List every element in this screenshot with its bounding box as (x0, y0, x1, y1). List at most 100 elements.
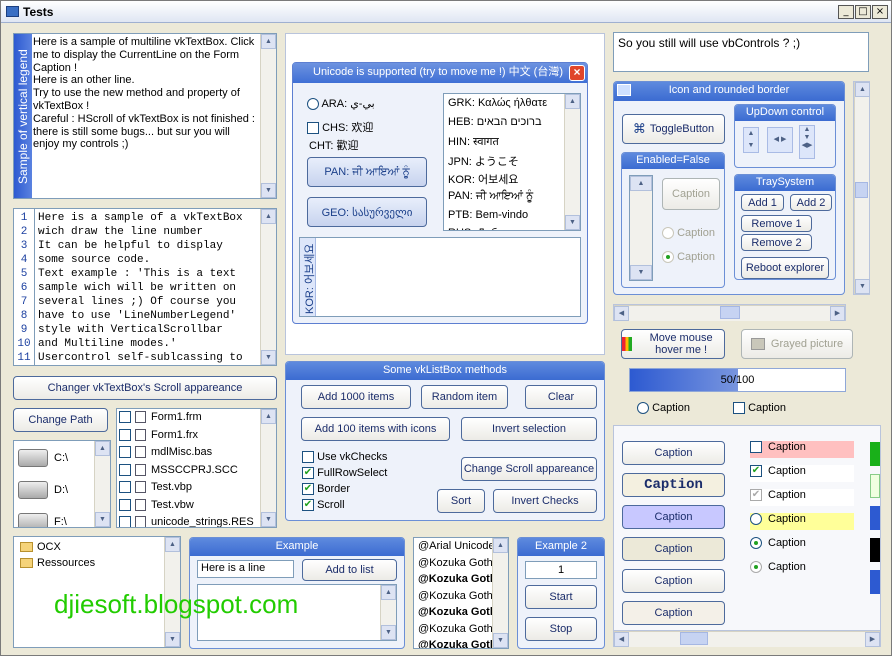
drive-item[interactable]: D:\ (18, 481, 68, 499)
invert-checks-button[interactable]: Invert Checks (493, 489, 597, 513)
scroll-left-icon[interactable]: ◀ (614, 306, 629, 321)
font-list[interactable]: @Arial Unicode @Kozuka Goth @Kozuka Goth @K… (413, 537, 509, 649)
scroll-down-icon[interactable]: ▼ (95, 512, 110, 527)
scroll-down-icon[interactable]: ▼ (855, 279, 870, 294)
add2-button[interactable]: Add 2 (790, 194, 832, 211)
scroll-thumb[interactable] (720, 306, 740, 319)
scroll-left-icon[interactable]: ◀ (614, 632, 629, 647)
change-scroll-button[interactable]: Change Scroll appareance (461, 457, 597, 481)
caption-button[interactable]: Caption (622, 505, 725, 529)
start-button[interactable]: Start (525, 585, 597, 609)
file-list[interactable]: Form1.frm Form1.frx mdlMisc.bas MSSCCPRJ.SC… (116, 408, 277, 528)
line-number-textbox[interactable]: 1 2 3 4 5 6 7 8 9 10 11 Here is a sample of a vkTe… (13, 208, 277, 366)
remove1-button[interactable]: Remove 1 (741, 215, 812, 232)
add-100-icons-button[interactable]: Add 100 items with icons (301, 417, 450, 441)
scroll-up-icon[interactable]: ▲ (261, 209, 276, 224)
chs-check[interactable]: CHS: 欢迎 (307, 119, 373, 135)
font-item[interactable]: @Kozuka Goth (418, 557, 493, 569)
random-item-button[interactable]: Random item (421, 385, 508, 409)
scroll-up-icon[interactable]: ▲ (565, 94, 580, 109)
use-vkchecks-check[interactable]: Use vkChecks (302, 451, 387, 464)
scroll-up-icon[interactable]: ▲ (855, 82, 870, 97)
scroll-down-icon[interactable]: ▼ (261, 512, 276, 527)
font-item[interactable]: @Kozuka Goth (418, 606, 497, 618)
legend-scrollbar[interactable]: ▲ ▼ (260, 34, 276, 198)
close-icon[interactable]: × (569, 65, 585, 81)
scroll-right-icon[interactable]: ▶ (830, 306, 845, 321)
scroll-down-icon[interactable]: ▼ (261, 350, 276, 365)
font-item[interactable]: @Arial Unicode (418, 540, 495, 552)
scroll-up-icon[interactable]: ▲ (95, 441, 110, 456)
stop-button[interactable]: Stop (525, 617, 597, 641)
mouse-hover-button[interactable]: Move mouse hover me ! (621, 329, 725, 359)
disabled-radio-2[interactable]: Caption (662, 251, 715, 264)
caption-button[interactable]: Caption (622, 473, 725, 497)
scroll-up-icon[interactable]: ▲ (381, 585, 396, 600)
folder-item[interactable]: Ressources (20, 557, 95, 569)
font-scrollbar[interactable]: ▲ ▼ (492, 538, 508, 648)
scroll-down-icon[interactable]: ▼ (165, 632, 180, 647)
change-path-button[interactable]: Change Path (13, 408, 108, 432)
drive-list[interactable]: C:\ D:\ F:\ ▲ ▼ (13, 440, 111, 528)
caption-checkbox[interactable]: ✔ Caption (750, 465, 854, 482)
file-item[interactable]: mdlMisc.bas (119, 446, 212, 459)
title-bar[interactable]: Tests _ □ × (1, 1, 891, 23)
caption-radio[interactable]: Caption (750, 561, 854, 578)
font-item[interactable]: @Kozuka Goth (418, 623, 493, 635)
disabled-scrollbar[interactable]: ▲ ▼ (629, 175, 653, 281)
caption-checkbox[interactable]: ✔ Caption (750, 489, 854, 506)
file-scrollbar[interactable]: ▲ ▼ (260, 409, 276, 527)
caption-button[interactable]: Caption (622, 569, 725, 593)
font-item[interactable]: @Kozuka Goth (418, 590, 493, 602)
scroll-up-icon[interactable]: ▲ (493, 538, 508, 553)
drive-item[interactable]: C:\ (18, 449, 68, 467)
scroll-down-icon[interactable]: ▼ (493, 633, 508, 648)
unicode-list-item[interactable]: PAN: ਜੀ ਆਇਆਂ ਨੂੰ (448, 190, 533, 203)
file-item[interactable]: Form1.frm (119, 411, 202, 424)
file-item[interactable]: unicode_strings.RES (119, 516, 254, 527)
unicode-form[interactable]: Unicode is supported (try to move me !) … (292, 62, 588, 324)
caption-radio[interactable]: Caption (750, 537, 854, 554)
right-vertical-scrollbar[interactable]: ▲ ▼ (853, 81, 870, 295)
add-to-list-button[interactable]: Add to list (302, 559, 397, 581)
file-item[interactable]: MSSCCPRJ.SCC (119, 464, 238, 476)
scroll-thumb[interactable] (680, 632, 708, 645)
scroll-check[interactable]: ✔ Scroll (302, 499, 345, 512)
scroll-down-icon[interactable]: ▼ (381, 625, 396, 640)
drive-scrollbar[interactable]: ▲ ▼ (94, 441, 110, 527)
scroll-thumb[interactable] (855, 182, 868, 198)
bottom-radio[interactable]: Caption (637, 402, 690, 415)
minimize-button[interactable]: _ (838, 5, 854, 19)
invert-selection-button[interactable]: Invert selection (461, 417, 597, 441)
change-scroll-appearance-button[interactable]: Changer vkTextBox's Scroll appareance (13, 376, 277, 400)
captions-hscrollbar[interactable]: ◀ ▶ (614, 630, 880, 647)
scroll-up-icon[interactable]: ▲ (630, 176, 652, 191)
scroll-up-icon[interactable]: ▲ (261, 409, 276, 424)
unicode-list-item[interactable]: HIN: स्वागत (448, 134, 499, 149)
updown-horizontal[interactable]: ◀ ▶ (767, 127, 793, 153)
example-input[interactable]: Here is a line (197, 560, 294, 578)
caption-button[interactable]: Caption (622, 601, 725, 625)
unicode-list[interactable]: GRK: Καλώς ήλθατε HEB: ברוכים הבאים HIN: स… (443, 93, 581, 231)
grayed-picture-button[interactable]: Grayed picture (741, 329, 853, 359)
unicode-list-scrollbar[interactable]: ▲ ▼ (564, 94, 580, 230)
caption-checkbox[interactable]: Caption (750, 441, 854, 458)
disabled-radio-1[interactable]: Caption (662, 227, 715, 240)
vertical-legend-textbox[interactable]: Sample of vertical legend Here is a samp… (13, 33, 277, 199)
geo-button[interactable]: GEO: სასურველი (307, 197, 427, 227)
ara-radio[interactable]: ARA: بي-ي (307, 97, 375, 111)
kor-textbox[interactable]: KOR: 어보세요 (299, 237, 581, 317)
add-1000-button[interactable]: Add 1000 items (301, 385, 411, 409)
unicode-form-title[interactable]: Unicode is supported (try to move me !) … (293, 63, 587, 83)
file-item[interactable]: Test.vbw (119, 499, 194, 511)
unicode-list-item[interactable]: HEB: ברוכים הבאים (448, 116, 542, 128)
add1-button[interactable]: Add 1 (741, 194, 784, 211)
unicode-list-item[interactable]: PTB: Bem-vindo (448, 209, 528, 221)
font-item[interactable]: @Kozuka Goth (418, 639, 497, 648)
scroll-down-icon[interactable]: ▼ (261, 183, 276, 198)
unicode-list-item[interactable]: KOR: 어보세요 (448, 171, 518, 187)
remove2-button[interactable]: Remove 2 (741, 234, 812, 251)
code-scrollbar[interactable]: ▲ ▼ (260, 209, 276, 365)
scroll-up-icon[interactable]: ▲ (261, 34, 276, 49)
scroll-right-icon[interactable]: ▶ (865, 632, 880, 647)
